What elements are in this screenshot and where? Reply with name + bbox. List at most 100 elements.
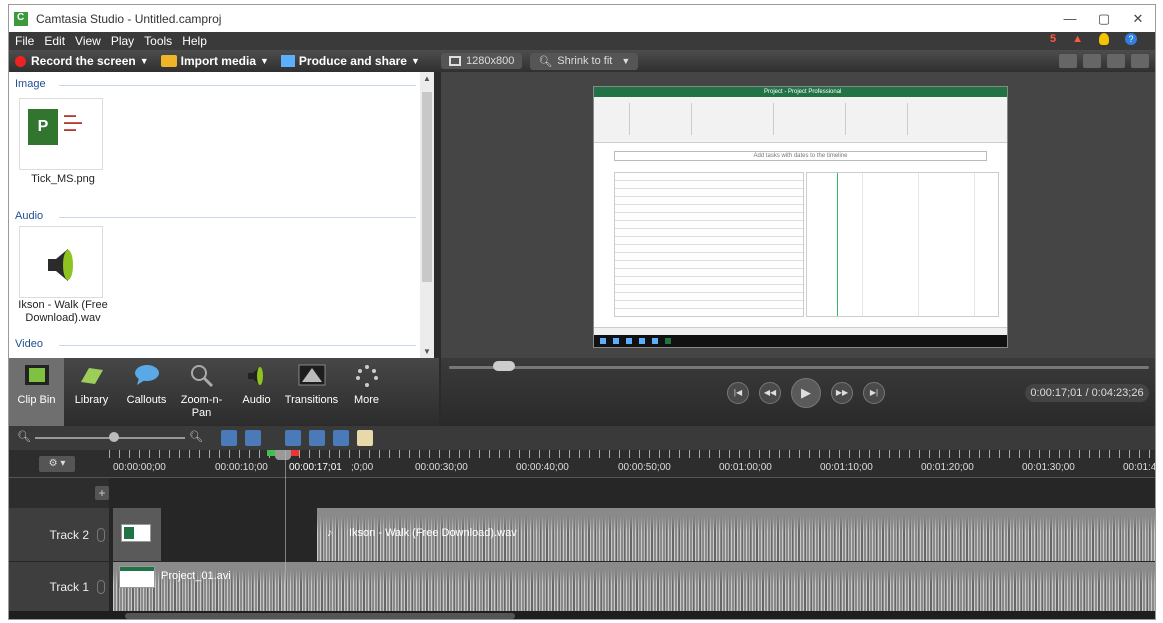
tab-library[interactable]: Library <box>64 358 119 426</box>
menu-view[interactable]: View <box>75 34 101 48</box>
taskbar-icon <box>600 338 606 344</box>
preview-canvas[interactable]: Project - Project Professional Add tasks… <box>441 72 1155 358</box>
maximize-button[interactable]: ▢ <box>1087 5 1121 32</box>
tab-more[interactable]: More <box>339 358 394 426</box>
playhead-handle[interactable] <box>267 450 299 460</box>
redo-icon[interactable] <box>245 430 261 446</box>
notification-count[interactable]: 5 <box>1050 33 1056 45</box>
playhead-line <box>285 450 286 619</box>
timecode-display: 0:00:17;01 / 0:04:23;26 <box>1025 384 1149 402</box>
view-mode-buttons <box>1059 54 1149 68</box>
film-strip-icon <box>24 365 49 385</box>
timeline-horizontal-scrollbar[interactable] <box>9 611 1155 619</box>
camtasia-window: Camtasia Studio - Untitled.camproj — ▢ ✕… <box>8 4 1156 620</box>
zoom-label: Shrink to fit <box>557 55 613 67</box>
audio-note-icon: ♪ <box>327 527 333 539</box>
produce-share-button[interactable]: Produce and share ▼ <box>280 54 420 68</box>
track-lock-icon[interactable] <box>97 580 105 594</box>
add-track-button[interactable]: + <box>95 486 109 500</box>
track-2-header[interactable]: Track 2 <box>9 508 109 561</box>
window-controls: — ▢ ✕ <box>1053 5 1155 32</box>
zoom-in-icon[interactable]: 🔍︎ <box>189 430 203 443</box>
audio-clip-label: Ikson - Walk (Free Download).wav <box>349 527 517 539</box>
preview-scrubber[interactable] <box>449 366 1149 369</box>
taskbar-icon <box>613 338 619 344</box>
taskbar-icon <box>639 338 645 344</box>
audio-clip[interactable]: ♪ Ikson - Walk (Free Download).wav <box>317 508 1155 561</box>
ms-project-logo-icon: P <box>28 109 58 145</box>
thumbnail-graphic: ▬▬ ▬▬▬ ▬▬ <box>64 113 82 133</box>
selection-start-marker[interactable] <box>267 450 275 456</box>
fullscreen-icon[interactable] <box>1107 54 1125 68</box>
image-clip[interactable] <box>113 508 161 561</box>
warning-icon[interactable]: ▲ <box>1072 33 1083 45</box>
ms-project-logo-icon <box>124 527 134 539</box>
previous-clip-button[interactable]: |◀ <box>727 382 749 404</box>
scroll-thumb[interactable] <box>125 613 515 619</box>
selection-end-marker[interactable] <box>291 450 299 456</box>
zoom-out-icon[interactable]: 🔍︎ <box>17 430 31 443</box>
rewind-button[interactable]: ◀◀ <box>759 382 781 404</box>
fast-forward-button[interactable]: ▶▶ <box>831 382 853 404</box>
scroll-down-icon[interactable]: ▼ <box>420 347 434 356</box>
dimensions-dropdown[interactable]: 1280x800 <box>441 53 523 69</box>
tab-zoom-n-pan[interactable]: Zoom-n-Pan <box>174 358 229 426</box>
main-toolbar: Record the screen ▼ Import media ▼ Produ… <box>9 50 1155 72</box>
video-clip[interactable]: Project_01.avi <box>113 562 1155 612</box>
menu-help[interactable]: Help <box>182 34 207 48</box>
project-title-bar: Project - Project Professional <box>594 87 1007 97</box>
close-button[interactable]: ✕ <box>1121 5 1155 32</box>
audio-thumbnail[interactable] <box>19 226 103 298</box>
menu-tools[interactable]: Tools <box>144 34 172 48</box>
import-media-button[interactable]: Import media ▼ <box>160 54 269 68</box>
paste-icon[interactable] <box>333 430 349 446</box>
image-thumbnail[interactable]: P ▬▬ ▬▬▬ ▬▬ <box>19 98 103 170</box>
timeline-toolbar: 🔍︎ 🔍︎ <box>9 426 1155 450</box>
track-1-header[interactable]: Track 1 <box>9 562 109 612</box>
minimize-button[interactable]: — <box>1053 5 1087 32</box>
today-line <box>837 173 838 316</box>
taskbar-icon <box>626 338 632 344</box>
help-icon[interactable]: ? <box>1125 33 1137 45</box>
detach-icon[interactable] <box>1131 54 1149 68</box>
timeline-ruler[interactable]: ⚙ ▾ 00:00:00;00 00:00:10;00 00:00:17;01 … <box>9 450 1155 478</box>
produce-icon <box>280 55 295 67</box>
playhead-grip[interactable] <box>275 450 291 460</box>
copy-icon[interactable] <box>309 430 325 446</box>
section-divider <box>59 345 416 346</box>
project-window-title: Project - Project Professional <box>764 89 842 95</box>
tab-clip-bin[interactable]: Clip Bin <box>9 358 64 426</box>
scrubber-handle[interactable] <box>493 361 515 371</box>
record-screen-button[interactable]: Record the screen ▼ <box>9 54 149 68</box>
menu-file[interactable]: File <box>15 34 34 48</box>
play-button[interactable]: ▶ <box>791 378 821 408</box>
undo-icon[interactable] <box>221 430 237 446</box>
zoom-slider-handle[interactable] <box>109 432 119 442</box>
crop-icon[interactable] <box>1059 54 1077 68</box>
timeline-settings-button[interactable]: ⚙ ▾ <box>39 456 75 472</box>
ribbon-group <box>600 103 630 135</box>
cut-icon[interactable] <box>285 430 301 446</box>
project-ribbon <box>594 97 1007 143</box>
title-bar: Camtasia Studio - Untitled.camproj — ▢ ✕ <box>9 5 1155 32</box>
lightbulb-icon[interactable] <box>1099 33 1109 45</box>
scroll-up-icon[interactable]: ▲ <box>420 74 434 83</box>
speaker-icon <box>48 249 73 281</box>
scroll-thumb[interactable] <box>422 92 432 282</box>
pan-icon[interactable] <box>1083 54 1101 68</box>
ruler-label: 00:00:30;00 <box>415 462 468 473</box>
menu-play[interactable]: Play <box>111 34 134 48</box>
audio-file-name[interactable]: Ikson - Walk (Free Download).wav <box>17 299 109 325</box>
ruler-playhead-label: 00:00:17;01 <box>289 462 342 473</box>
zoom-dropdown[interactable]: 🔍︎ Shrink to fit ▼ <box>530 52 639 70</box>
bin-scrollbar[interactable]: ▲ ▼ <box>420 72 434 358</box>
image-file-name[interactable]: Tick_MS.png <box>17 173 109 185</box>
menu-edit[interactable]: Edit <box>44 34 65 48</box>
tab-audio[interactable]: Audio <box>229 358 284 426</box>
tab-callouts[interactable]: Callouts <box>119 358 174 426</box>
tab-transitions[interactable]: Transitions <box>284 358 339 426</box>
clip-bin-panel: Image P ▬▬ ▬▬▬ ▬▬ Tick_MS.png Audio Ikson … <box>9 72 434 358</box>
split-icon[interactable] <box>357 430 373 446</box>
next-clip-button[interactable]: ▶| <box>863 382 885 404</box>
track-lock-icon[interactable] <box>97 527 105 542</box>
